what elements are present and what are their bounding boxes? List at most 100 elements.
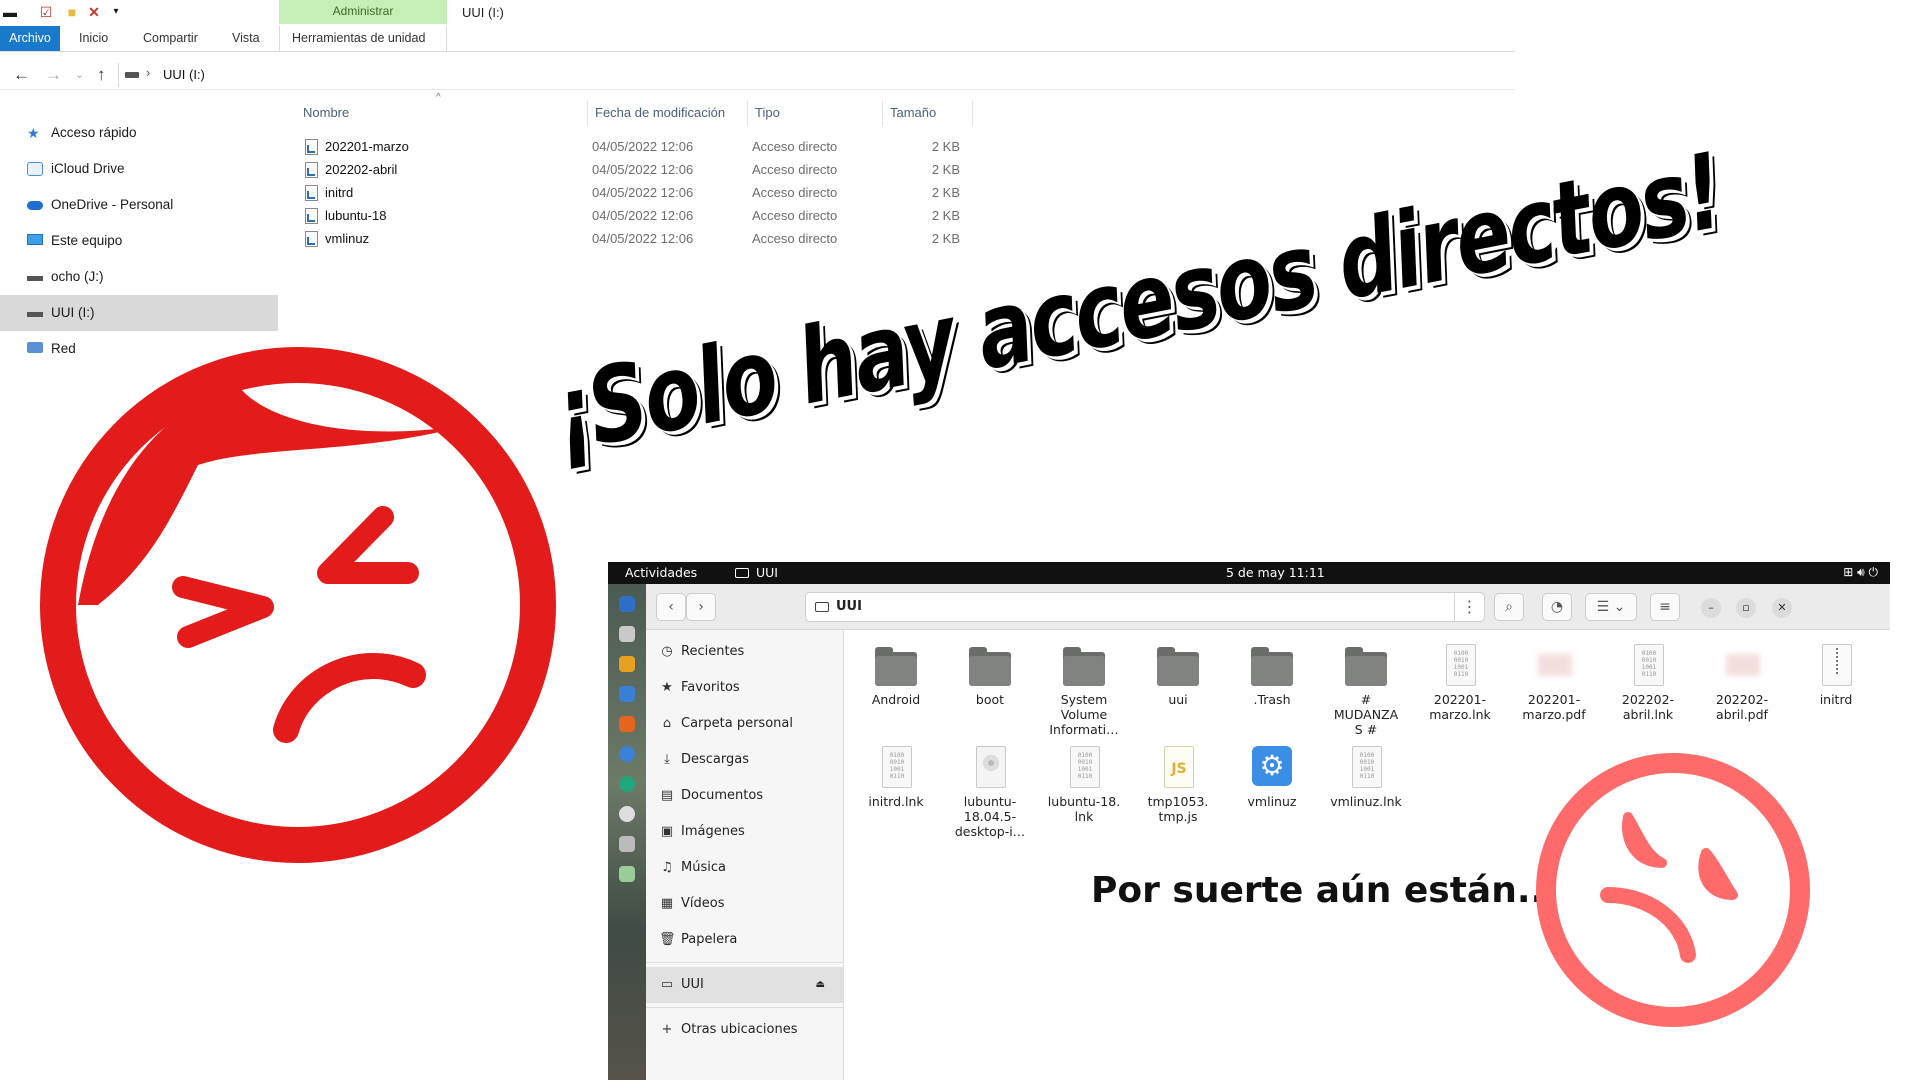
file-row[interactable]: 202202-abril 04/05/2022 12:06 Acceso dir…: [300, 158, 970, 181]
column-header-tamano[interactable]: Tamaño: [890, 100, 936, 126]
screenshot-stage: { "explorer": { "ribbon": { "context_tab…: [0, 0, 1920, 1080]
sidebar-item-documentos[interactable]: ▤ Documentos: [646, 778, 843, 814]
dock-writer-icon[interactable]: [619, 686, 635, 702]
grid-item[interactable]: boot: [948, 644, 1032, 707]
file-row[interactable]: vmlinuz 04/05/2022 12:06 Acceso directo …: [300, 227, 970, 250]
column-divider[interactable]: [587, 100, 588, 126]
clock[interactable]: 5 de may 11:11: [1226, 565, 1325, 580]
tab-vista[interactable]: Vista: [232, 26, 260, 51]
grid-item[interactable]: Android: [854, 644, 938, 707]
binary-file-icon: 0100 0010 1001 0110: [1446, 644, 1476, 686]
grid-item[interactable]: 0100 0010 1001 0110 lubuntu-18. lnk: [1042, 746, 1126, 824]
dock-browser-icon[interactable]: [619, 776, 635, 792]
view-options-button[interactable]: ☰ ⌄: [1585, 593, 1637, 621]
properties-icon[interactable]: ☑: [38, 4, 54, 20]
nav-item-ocho[interactable]: ocho (J:): [0, 259, 278, 295]
sidebar-item-papelera[interactable]: 🗑︎ Papelera: [646, 922, 843, 958]
sidebar-item-carpeta-personal[interactable]: ⌂ Carpeta personal: [646, 706, 843, 742]
file-row[interactable]: initrd 04/05/2022 12:06 Acceso directo 2…: [300, 181, 970, 204]
menu-button[interactable]: ≡: [1650, 593, 1680, 621]
grid-item[interactable]: 0100 0010 1001 0110 vmlinuz.lnk: [1324, 746, 1408, 809]
context-tab-administrar[interactable]: Administrar: [279, 0, 447, 24]
nav-item-label: iCloud Drive: [51, 161, 125, 176]
drive-icon: [27, 312, 43, 317]
address-bar[interactable]: › UUI (I:): [118, 63, 1513, 87]
forward-arrow-icon[interactable]: →: [45, 64, 62, 86]
grid-item[interactable]: lubuntu- 18.04.5- desktop-i…: [948, 746, 1032, 839]
column-header-tipo[interactable]: Tipo: [755, 100, 780, 126]
activities-button[interactable]: Actividades: [625, 565, 697, 580]
dock-drive-icon[interactable]: [619, 806, 635, 822]
tab-compartir[interactable]: Compartir: [143, 26, 198, 51]
nav-item-onedrive[interactable]: OneDrive - Personal: [0, 187, 278, 223]
grid-item[interactable]: JS tmp1053. tmp.js: [1136, 746, 1220, 824]
sidebar-item-favoritos[interactable]: ★ Favoritos: [646, 670, 843, 706]
delete-icon[interactable]: ✕: [86, 4, 102, 20]
back-arrow-icon[interactable]: ←: [13, 64, 30, 86]
new-folder-icon[interactable]: ■: [64, 4, 80, 20]
address-path[interactable]: UUI (I:): [163, 67, 205, 82]
file-row[interactable]: lubuntu-18 04/05/2022 12:06 Acceso direc…: [300, 204, 970, 227]
sidebar-item-musica[interactable]: ♫ Música: [646, 850, 843, 886]
more-vertical-icon[interactable]: ⋮: [1454, 593, 1484, 621]
dock-usb-icon[interactable]: [619, 836, 635, 852]
dock-rhythmbox-icon[interactable]: [619, 656, 635, 672]
system-menu[interactable]: ⊞ 🔊︎ ⏻: [1843, 565, 1878, 580]
up-arrow-icon[interactable]: ↑: [97, 64, 106, 86]
column-divider[interactable]: [972, 100, 973, 126]
column-header-fecha[interactable]: Fecha de modificación: [595, 100, 725, 126]
column-header-nombre[interactable]: Nombre: [303, 100, 349, 126]
grid-item[interactable]: 0100 0010 1001 0110 202201- marzo.lnk: [1418, 644, 1502, 722]
column-divider[interactable]: [747, 100, 748, 126]
dock-help-icon[interactable]: [619, 746, 635, 762]
forward-button[interactable]: ›: [686, 593, 716, 621]
sidebar-item-imagenes[interactable]: ▣ Imágenes: [646, 814, 843, 850]
tab-herramientas-de-unidad[interactable]: Herramientas de unidad: [279, 26, 447, 51]
search-button[interactable]: ⌕: [1494, 593, 1524, 621]
recent-locations-chevron-icon[interactable]: ⌄: [75, 64, 84, 86]
breadcrumb-chevron-icon[interactable]: ›: [146, 65, 150, 80]
sidebar-item-uui[interactable]: ▭ UUI ⏏: [646, 967, 843, 1003]
drive-icon[interactable]: ▬: [2, 4, 18, 20]
grid-item[interactable]: initrd: [1794, 644, 1878, 707]
grid-item[interactable]: 0100 0010 1001 0110 202202- abril.lnk: [1606, 644, 1690, 722]
grid-item[interactable]: .Trash: [1230, 644, 1314, 707]
maximize-icon[interactable]: ▫: [1736, 598, 1756, 618]
dock-software-icon[interactable]: [619, 716, 635, 732]
column-divider[interactable]: [882, 100, 883, 126]
grid-item[interactable]: 202202- abril.pdf: [1700, 644, 1784, 722]
sidebar-item-otras-ubicaciones[interactable]: + Otras ubicaciones: [646, 1012, 843, 1048]
app-menu[interactable]: UUI: [756, 565, 778, 580]
grid-item[interactable]: # MUDANZA S #: [1324, 644, 1408, 737]
grid-item[interactable]: 0100 0010 1001 0110 initrd.lnk: [854, 746, 938, 809]
tab-archivo[interactable]: Archivo: [0, 26, 60, 51]
sidebar-item-recientes[interactable]: ◷ Recientes: [646, 634, 843, 670]
sidebar-item-descargas[interactable]: ⤓ Descargas: [646, 742, 843, 778]
dock-files-icon[interactable]: [619, 596, 635, 612]
sidebar-item-videos[interactable]: ▦ Vídeos: [646, 886, 843, 922]
dock-notes-icon[interactable]: [619, 626, 635, 642]
tab-inicio[interactable]: Inicio: [79, 26, 108, 51]
dock-trash-icon[interactable]: [619, 866, 635, 882]
nav-item-este-equipo[interactable]: Este equipo: [0, 223, 278, 259]
close-icon[interactable]: ✕: [1772, 598, 1792, 618]
eject-icon[interactable]: ⏏: [816, 967, 825, 1003]
disk-usage-button[interactable]: ◔: [1542, 593, 1572, 621]
file-row[interactable]: 202201-marzo 04/05/2022 12:06 Acceso dir…: [300, 135, 970, 158]
minimize-icon[interactable]: –: [1701, 598, 1721, 618]
nav-item-icloud-drive[interactable]: iCloud Drive: [0, 151, 278, 187]
chevron-right-icon: ›: [698, 599, 704, 615]
folder-icon: [1157, 647, 1199, 686]
back-button[interactable]: ‹: [656, 593, 686, 621]
quick-access-dropdown-icon[interactable]: ▾: [108, 4, 124, 20]
grid-item[interactable]: System Volume Informati…: [1042, 644, 1126, 737]
grid-item[interactable]: ⚙ vmlinuz: [1230, 746, 1314, 809]
nav-item-uui[interactable]: UUI (I:): [0, 295, 278, 331]
path-bar[interactable]: UUI ⋮: [805, 592, 1485, 622]
power-icon: ⏻: [1868, 565, 1879, 579]
grid-item[interactable]: uui: [1136, 644, 1220, 707]
sidebar-item-label: Recientes: [681, 644, 745, 659]
nav-item-acceso-rapido[interactable]: ★ Acceso rápido: [0, 115, 278, 151]
grid-item[interactable]: 202201- marzo.pdf: [1512, 644, 1596, 722]
item-label-line: tmp.js: [1158, 809, 1198, 824]
